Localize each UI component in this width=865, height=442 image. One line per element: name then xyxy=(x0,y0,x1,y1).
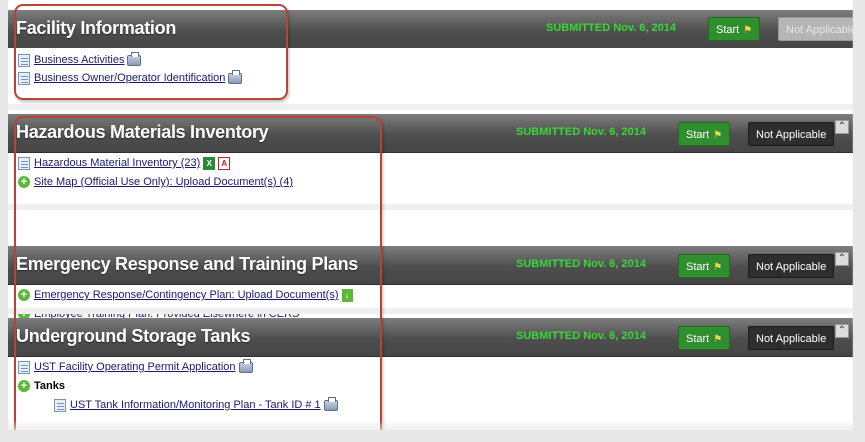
not-applicable-button[interactable]: Not Applicable xyxy=(748,254,835,278)
submission-status: SUBMITTED Nov. 6, 2014 xyxy=(516,126,646,138)
flag-icon: ⚑ xyxy=(713,334,723,345)
start-button[interactable]: Start ⚑ xyxy=(678,122,731,146)
submission-status: SUBMITTED Nov. 6, 2014 xyxy=(546,22,676,34)
collapse-icon[interactable]: ⌃ xyxy=(835,120,849,134)
collapse-icon[interactable]: ⌃ xyxy=(835,324,849,338)
flag-icon: ⚑ xyxy=(713,130,723,141)
submission-status: SUBMITTED Nov. 6, 2014 xyxy=(516,258,646,270)
cers-submittal-page: Facility Information SUBMITTED Nov. 6, 2… xyxy=(8,0,853,430)
highlight-outline-sections xyxy=(14,116,382,430)
start-button[interactable]: Start ⚑ xyxy=(708,17,761,41)
start-button[interactable]: Start ⚑ xyxy=(678,326,731,350)
not-applicable-button[interactable]: Not Applicable xyxy=(778,17,853,41)
flag-icon: ⚑ xyxy=(743,25,753,36)
not-applicable-button[interactable]: Not Applicable xyxy=(748,326,835,350)
not-applicable-button[interactable]: Not Applicable xyxy=(748,122,835,146)
start-button[interactable]: Start ⚑ xyxy=(678,254,731,278)
flag-icon: ⚑ xyxy=(713,262,723,273)
torn-edge-bottom xyxy=(0,420,865,442)
section-divider xyxy=(8,104,853,110)
torn-edge-right xyxy=(851,0,865,442)
collapse-icon[interactable]: ⌃ xyxy=(835,252,849,266)
submission-status: SUBMITTED Nov. 6, 2014 xyxy=(516,330,646,342)
highlight-outline-facility xyxy=(14,4,288,100)
